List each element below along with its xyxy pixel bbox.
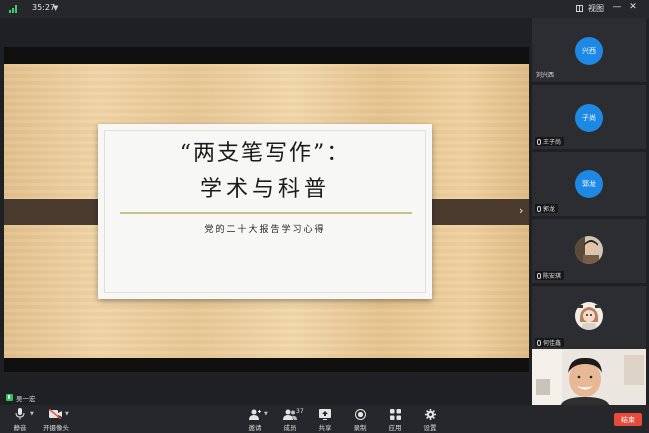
apps-button[interactable]: 应用 [378, 408, 412, 432]
invite-options-chevron-icon[interactable]: ▼ [264, 411, 268, 417]
participant-name-tag: 陈安琪 [535, 271, 565, 280]
participant-tile[interactable]: 子尚 王子尚 [532, 85, 646, 149]
camera-off-icon [49, 409, 62, 419]
timer-dropdown-icon[interactable]: ▼ [53, 4, 58, 12]
participant-name: 刘兴西 [536, 72, 555, 79]
share-screen-icon [319, 408, 331, 420]
participant-photo-avatar [575, 236, 603, 264]
settings-label: 设置 [423, 424, 437, 432]
mute-label: 静音 [13, 424, 27, 432]
apps-grid-icon [389, 408, 401, 420]
microphone-icon [15, 408, 25, 420]
record-button[interactable]: 录制 [343, 408, 377, 432]
view-layout-icon[interactable] [576, 5, 583, 12]
mic-icon [537, 205, 541, 212]
self-video-tile[interactable] [532, 349, 646, 407]
right-decor-band [423, 199, 529, 225]
end-meeting-button[interactable]: 结束 [614, 413, 642, 426]
share-button[interactable]: 共享 [308, 408, 342, 432]
minimize-button[interactable]: — [611, 2, 623, 12]
participant-name-tag: 郭龙 [535, 204, 559, 213]
participant-name: 陈安琪 [543, 273, 562, 280]
participant-name: 何佳鑫 [543, 340, 562, 347]
close-button[interactable]: ✕ [627, 2, 639, 12]
invite-label: 邀请 [248, 424, 262, 432]
signal-strength-icon [9, 5, 18, 13]
presentation-slide: “两支笔写作”： 学术与科普 党的二十大报告学习心得 [98, 124, 432, 299]
invite-person-icon [249, 409, 261, 420]
meeting-timer: 35:27 [32, 3, 56, 12]
record-icon [354, 408, 366, 420]
participant-name-tag: 何佳鑫 [535, 338, 565, 347]
bottom-toolbar: 静音 ▼ 开摄像头 ▼ 邀请 ▼ 成员 37 共享 录制 应用 设置 [0, 405, 649, 433]
speaking-mic-icon [6, 394, 13, 401]
participant-tile[interactable]: 何佳鑫 [532, 286, 646, 350]
top-bar: 35:27 ▼ 视图 — ✕ [0, 0, 649, 18]
active-speaker-name: 吴一宏 [16, 394, 36, 403]
mute-options-chevron-icon[interactable]: ▼ [30, 411, 34, 417]
members-icon [283, 409, 297, 420]
participant-photo-avatar [575, 302, 603, 330]
self-video-feed [532, 349, 646, 407]
gear-icon [424, 408, 436, 420]
camera-label: 开摄像头 [43, 424, 69, 432]
record-label: 录制 [353, 424, 367, 432]
mic-icon [537, 272, 541, 279]
left-decor-band [4, 199, 110, 225]
slide-title-line1: “两支笔写作”： [179, 141, 351, 166]
slide-divider [120, 212, 412, 214]
active-speaker-tag: 吴一宏 [6, 392, 36, 403]
members-count: 37 [296, 408, 304, 415]
view-button[interactable]: 视图 [588, 3, 604, 14]
meeting-window: 35:27 ▼ 视图 — ✕ “两支笔写作”： 学术与科普 党的二十大报告学习心… [0, 0, 649, 433]
participant-tile[interactable]: 陈安琪 [532, 219, 646, 283]
participant-name-tag: 刘兴西 [534, 70, 557, 79]
mic-icon [537, 138, 541, 145]
members-label: 成员 [283, 424, 297, 432]
slide-title-line2: 学术与科普 [199, 177, 330, 202]
mic-icon [537, 339, 541, 346]
participant-name: 郭龙 [543, 206, 556, 213]
settings-button[interactable]: 设置 [413, 408, 447, 432]
participant-avatar: 子尚 [575, 104, 603, 132]
share-label: 共享 [318, 424, 332, 432]
participant-avatar: 郭龙 [575, 170, 603, 198]
next-page-arrow-icon[interactable]: › [519, 204, 523, 217]
apps-label: 应用 [388, 424, 402, 432]
participant-tile[interactable]: 郭龙 郭龙 [532, 152, 646, 216]
participant-tile[interactable]: 兴西 刘兴西 [532, 18, 646, 82]
camera-options-chevron-icon[interactable]: ▼ [65, 411, 69, 417]
participant-name-tag: 王子尚 [535, 137, 565, 146]
slide-subtitle: 党的二十大报告学习心得 [204, 225, 326, 235]
participant-name: 王子尚 [543, 139, 562, 146]
participant-avatar: 兴西 [575, 37, 603, 65]
